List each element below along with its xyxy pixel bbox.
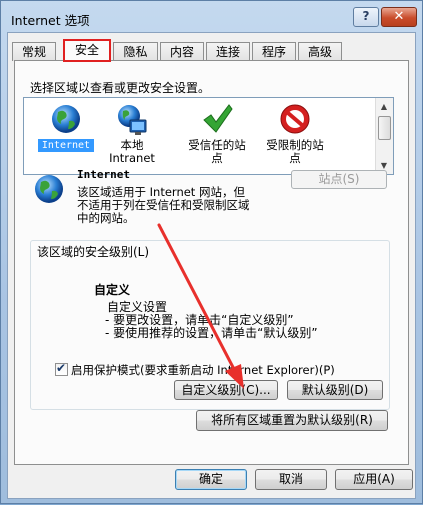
tab-content[interactable]: 内容 (160, 42, 204, 61)
zone-restricted-sites[interactable]: 受限制的站 点 (262, 102, 328, 165)
zone-description: 该区域适用于 Internet 网站，但 不适用于列在受信任和受限制区域 中的网… (77, 185, 250, 225)
zone-info-globe-icon (33, 173, 65, 205)
checkmark-icon: ✔ (56, 361, 67, 375)
checkmark-icon (201, 102, 233, 136)
no-entry-icon (279, 102, 311, 136)
scroll-up-arrow-icon[interactable]: ▲ (376, 98, 392, 115)
security-level-label: 该区域的安全级别(L) (35, 243, 152, 260)
tab-programs[interactable]: 程序 (252, 42, 296, 61)
window-title: Internet 选项 (11, 13, 90, 28)
internet-options-window: Internet 选项 ? ✕ 常规 安全 隐私 内容 连接 程序 高级 选择区… (0, 0, 423, 504)
zone-list: Internet 本地 Intranet 受信任的站 点 受限制的站 点 ▲ ▼ (23, 97, 394, 175)
reset-all-zones-button[interactable]: 将所有区域重置为默认级别(R) (196, 410, 388, 431)
zone-title: Internet (77, 168, 130, 181)
level-desc-3: - 要使用推荐的设置，请单击“默认级别” (105, 326, 318, 340)
tab-security[interactable]: 安全 (63, 39, 111, 62)
sites-button[interactable]: 站点(S) (291, 170, 387, 189)
scroll-thumb[interactable] (378, 116, 391, 140)
tab-connections[interactable]: 连接 (206, 42, 250, 61)
zone-label-trusted-sites: 受信任的站 点 (188, 138, 246, 165)
level-name: 自定义 (94, 283, 131, 297)
tab-privacy[interactable]: 隐私 (113, 42, 158, 61)
zone-label-local-intranet: 本地 Intranet (109, 138, 155, 165)
zone-list-scrollbar[interactable]: ▲ ▼ (375, 98, 393, 174)
apply-button[interactable]: 应用(A) (335, 469, 413, 490)
title-bar[interactable]: Internet 选项 ? ✕ (1, 1, 422, 35)
zone-local-intranet[interactable]: 本地 Intranet (104, 102, 160, 165)
zone-label-restricted-sites: 受限制的站 点 (266, 138, 324, 165)
globe-icon (50, 102, 82, 136)
custom-level-button[interactable]: 自定义级别(C)... (174, 380, 278, 400)
ok-button[interactable]: 确定 (175, 469, 247, 490)
tab-general[interactable]: 常规 (12, 42, 56, 61)
intranet-icon (116, 102, 148, 136)
select-zone-label: 选择区域以查看或更改安全设置。 (30, 81, 211, 95)
close-button[interactable]: ✕ (381, 7, 417, 27)
zone-trusted-sites[interactable]: 受信任的站 点 (184, 102, 250, 165)
zone-label-internet: Internet (38, 139, 94, 152)
help-button[interactable]: ? (353, 7, 379, 27)
tab-advanced[interactable]: 高级 (298, 42, 342, 61)
protected-mode-label: 启用保护模式(要求重新启动 Internet Explorer)(P) (71, 363, 335, 377)
protected-mode-checkbox[interactable]: ✔ (55, 361, 68, 376)
default-level-button[interactable]: 默认级别(D) (287, 380, 383, 400)
zone-internet[interactable]: Internet (38, 102, 94, 152)
cancel-button[interactable]: 取消 (255, 469, 327, 490)
